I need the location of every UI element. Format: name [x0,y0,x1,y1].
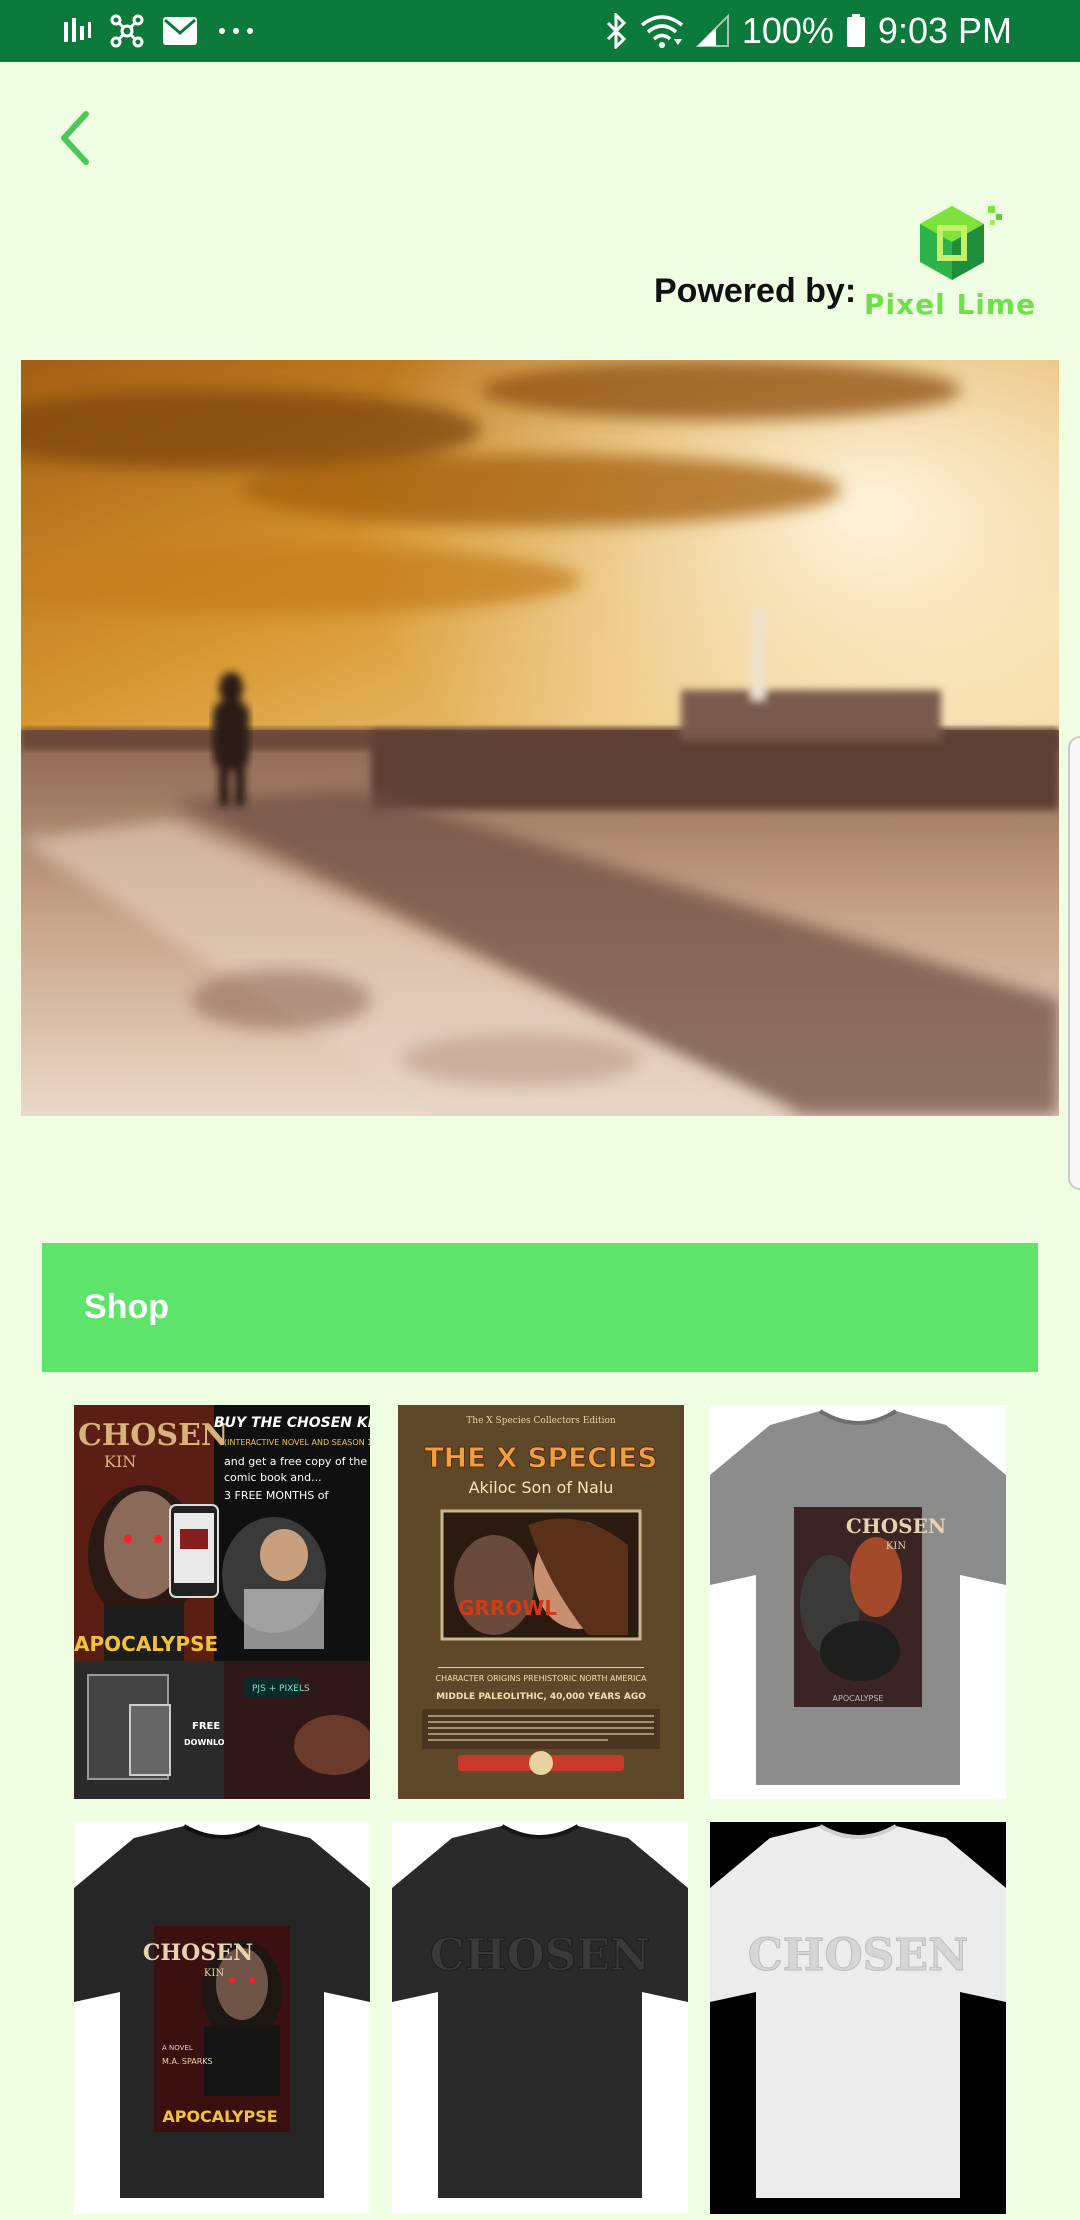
wifi-icon [640,13,684,49]
cube-logo-icon [910,202,1006,288]
shop-header: Shop [42,1243,1038,1372]
promo-line-2: and get a free copy of the [224,1455,367,1468]
brand-name: Pixel Lime [863,288,1037,321]
promo-cover-subtitle: KIN [104,1452,136,1471]
promo-line-3: comic book and... [224,1471,322,1484]
cell-signal-icon [695,14,730,48]
black-logo-title: CHOSEN [430,1930,650,1981]
poster-sfx: GRROWL [458,1596,557,1620]
promo-cover-title: CHOSEN [78,1418,228,1453]
pixel-lime-logo[interactable]: Pixel Lime [860,202,1040,322]
network-icon [110,14,144,48]
status-right-icons: 100% 9:03 PM [604,8,1012,54]
poster-title: THE X SPECIES [425,1441,658,1474]
poster-origin: CHARACTER ORIGINS PREHISTORIC NORTH AMER… [436,1674,647,1683]
black-cover-line-2: M.A. SPARKS [162,2057,213,2066]
product-gray-tshirt[interactable]: CHOSEN KIN APOCALYPSE [710,1405,1006,1799]
promo-cover-footer: APOCALYPSE [74,1632,218,1656]
promo-free-text: FREE [192,1721,220,1732]
white-logo-title: CHOSEN [748,1930,968,1981]
promo-line-1: (INTERACTIVE NOVEL AND SEASON 1 DOWN [224,1438,370,1447]
promo-badge: PJS + PIXELS [252,1684,310,1694]
gray-shirt-sub: KIN [886,1541,906,1552]
powered-by-label: Powered by: [654,272,857,310]
poster-subtitle: Akiloc Son of Nalu [469,1478,614,1497]
black-cover-line-1: A NOVEL [162,2044,193,2052]
bluetooth-icon [604,13,628,49]
product-x-species-poster[interactable]: The X Species Collectors Edition THE X S… [398,1405,684,1799]
product-black-cover-tshirt[interactable]: CHOSEN KIN A NOVEL M.A. SPARKS APOCALYPS… [74,1822,370,2214]
black-cover-footer: APOCALYPSE [162,2107,277,2126]
promo-line-4: 3 FREE MONTHS of [224,1489,329,1502]
chevron-left-icon [56,108,96,168]
gray-shirt-footer: APOCALYPSE [833,1694,884,1703]
gray-shirt-title: CHOSEN [846,1514,946,1538]
signal-activity-icon [62,16,92,46]
status-left-icons [62,10,256,52]
clock: 9:03 PM [877,10,1012,51]
black-cover-title: CHOSEN [143,1940,253,1966]
shop-title: Shop [84,1288,169,1326]
poster-era: MIDDLE PALEOLITHIC, 40,000 YEARS AGO [436,1692,646,1702]
mail-icon [162,16,198,46]
product-white-logo-tshirt[interactable]: CHOSEN [710,1822,1006,2214]
back-button[interactable] [44,100,108,176]
product-black-logo-tshirt[interactable]: CHOSEN [392,1822,688,2214]
battery-percent: 100% [741,10,834,51]
hero-image [21,360,1059,1116]
product-chosen-kin-bundle[interactable]: CHOSEN KIN APOCALYPSE BUY THE CHOSEN KIN… [74,1405,370,1799]
more-dots-icon [216,26,256,36]
black-cover-sub: KIN [204,1968,224,1979]
promo-headline: BUY THE CHOSEN KIN BO [214,1415,370,1431]
status-bar: 100% 9:03 PM [0,0,1080,62]
battery-icon [846,14,866,48]
poster-edition: The X Species Collectors Edition [466,1416,616,1426]
side-scroll-handle[interactable] [1068,736,1080,1190]
